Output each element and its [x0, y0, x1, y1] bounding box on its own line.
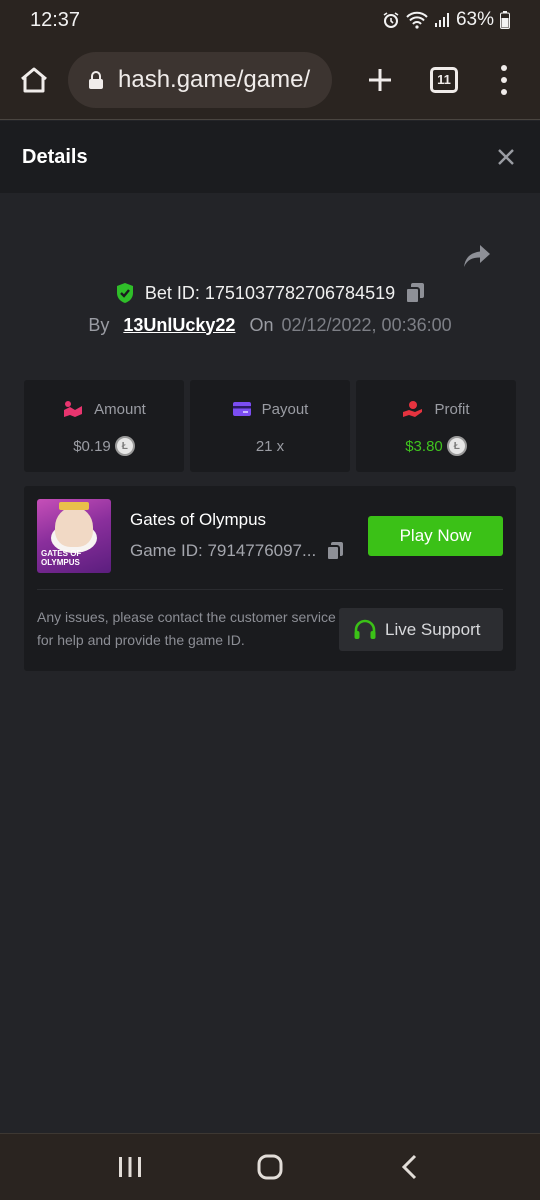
copy-icon[interactable]: [405, 282, 425, 304]
litecoin-icon: Ł: [114, 436, 135, 456]
status-icons: 63%: [382, 9, 510, 31]
browser-home-button[interactable]: [14, 60, 54, 100]
stat-value: 21 x: [255, 437, 285, 455]
live-support-button[interactable]: Live Support: [339, 608, 503, 651]
stat-card-amount: Amount $0.19 Ł: [24, 380, 184, 472]
system-back-button[interactable]: [390, 1147, 430, 1187]
stat-value: $3.80: [405, 437, 443, 455]
by-label: By: [88, 314, 110, 335]
recent-apps-icon: [119, 1157, 141, 1177]
shield-check-icon: [116, 283, 133, 303]
share-icon[interactable]: [462, 242, 492, 270]
wallet-icon: [232, 402, 251, 416]
stat-label: Amount: [94, 400, 146, 418]
alarm-icon: [383, 12, 399, 28]
battery-percent: 63%: [455, 9, 494, 30]
divider: [37, 589, 503, 590]
litecoin-icon: Ł: [446, 436, 467, 456]
tabs-button[interactable]: 11: [430, 66, 458, 93]
status-time: 12:37: [30, 8, 81, 31]
game-id-row: Game ID: 7914776097...: [130, 541, 344, 561]
page-title: Details: [22, 145, 88, 168]
amount-icon: [64, 401, 83, 417]
bet-author-row: By 13UnlUcky22 On 02/12/2022, 00:36:00: [0, 310, 540, 340]
thumb-art: [55, 507, 93, 547]
system-nav-bar: [0, 1133, 540, 1200]
game-card: GATES OF OLYMPUS Gates of Olympus Game I…: [24, 486, 516, 671]
home-icon: [257, 1154, 283, 1180]
profit-icon: [403, 401, 423, 417]
stat-value: $0.19: [73, 437, 111, 455]
close-button[interactable]: [494, 145, 518, 169]
tab-count: 11: [437, 72, 451, 87]
game-name: Gates of Olympus: [130, 510, 267, 529]
close-icon: [498, 149, 514, 165]
address-bar[interactable]: hash.game/game/: [68, 51, 332, 108]
stat-label: Profit: [434, 400, 470, 418]
user-link[interactable]: 13UnlUcky22: [123, 315, 235, 336]
lock-icon: [89, 70, 103, 89]
bet-stats: Amount $0.19 Ł Payout 21 x Profit $3.80 …: [24, 380, 516, 472]
new-tab-button[interactable]: [362, 62, 398, 98]
browser-toolbar: hash.game/game/ 11: [0, 40, 540, 120]
recent-apps-button[interactable]: [110, 1147, 150, 1187]
thumb-title: GATES OF OLYMPUS: [41, 549, 82, 567]
thumb-art: [59, 502, 89, 510]
battery-icon: [500, 11, 510, 29]
bet-id-row: Bet ID: 1751037782706784519: [0, 278, 540, 308]
details-header: Details: [0, 121, 540, 193]
system-home-button[interactable]: [250, 1147, 290, 1187]
live-support-label: Live Support: [385, 619, 481, 639]
game-id: Game ID: 7914776097...: [130, 541, 317, 560]
stat-label: Payout: [261, 400, 309, 418]
help-text: Any issues, please contact the customer …: [37, 609, 336, 648]
game-thumbnail[interactable]: GATES OF OLYMPUS: [37, 499, 111, 573]
more-vertical-icon[interactable]: [494, 60, 514, 100]
copy-icon[interactable]: [326, 541, 344, 561]
wifi-icon: [406, 11, 428, 29]
back-icon: [401, 1154, 417, 1180]
on-label: On: [249, 314, 274, 335]
signal-icon: [434, 13, 449, 27]
bet-id: Bet ID: 1751037782706784519: [144, 282, 396, 303]
status-bar: 12:37 63%: [0, 0, 540, 40]
headset-icon: [354, 619, 376, 639]
play-now-button[interactable]: Play Now: [368, 516, 503, 556]
stat-card-payout: Payout 21 x: [190, 380, 350, 472]
plus-icon: [369, 68, 391, 91]
url-text: hash.game/game/: [118, 65, 311, 93]
home-icon: [21, 67, 47, 92]
bet-date: 02/12/2022, 00:36:00: [281, 314, 452, 335]
stat-card-profit: Profit $3.80 Ł: [356, 380, 516, 472]
